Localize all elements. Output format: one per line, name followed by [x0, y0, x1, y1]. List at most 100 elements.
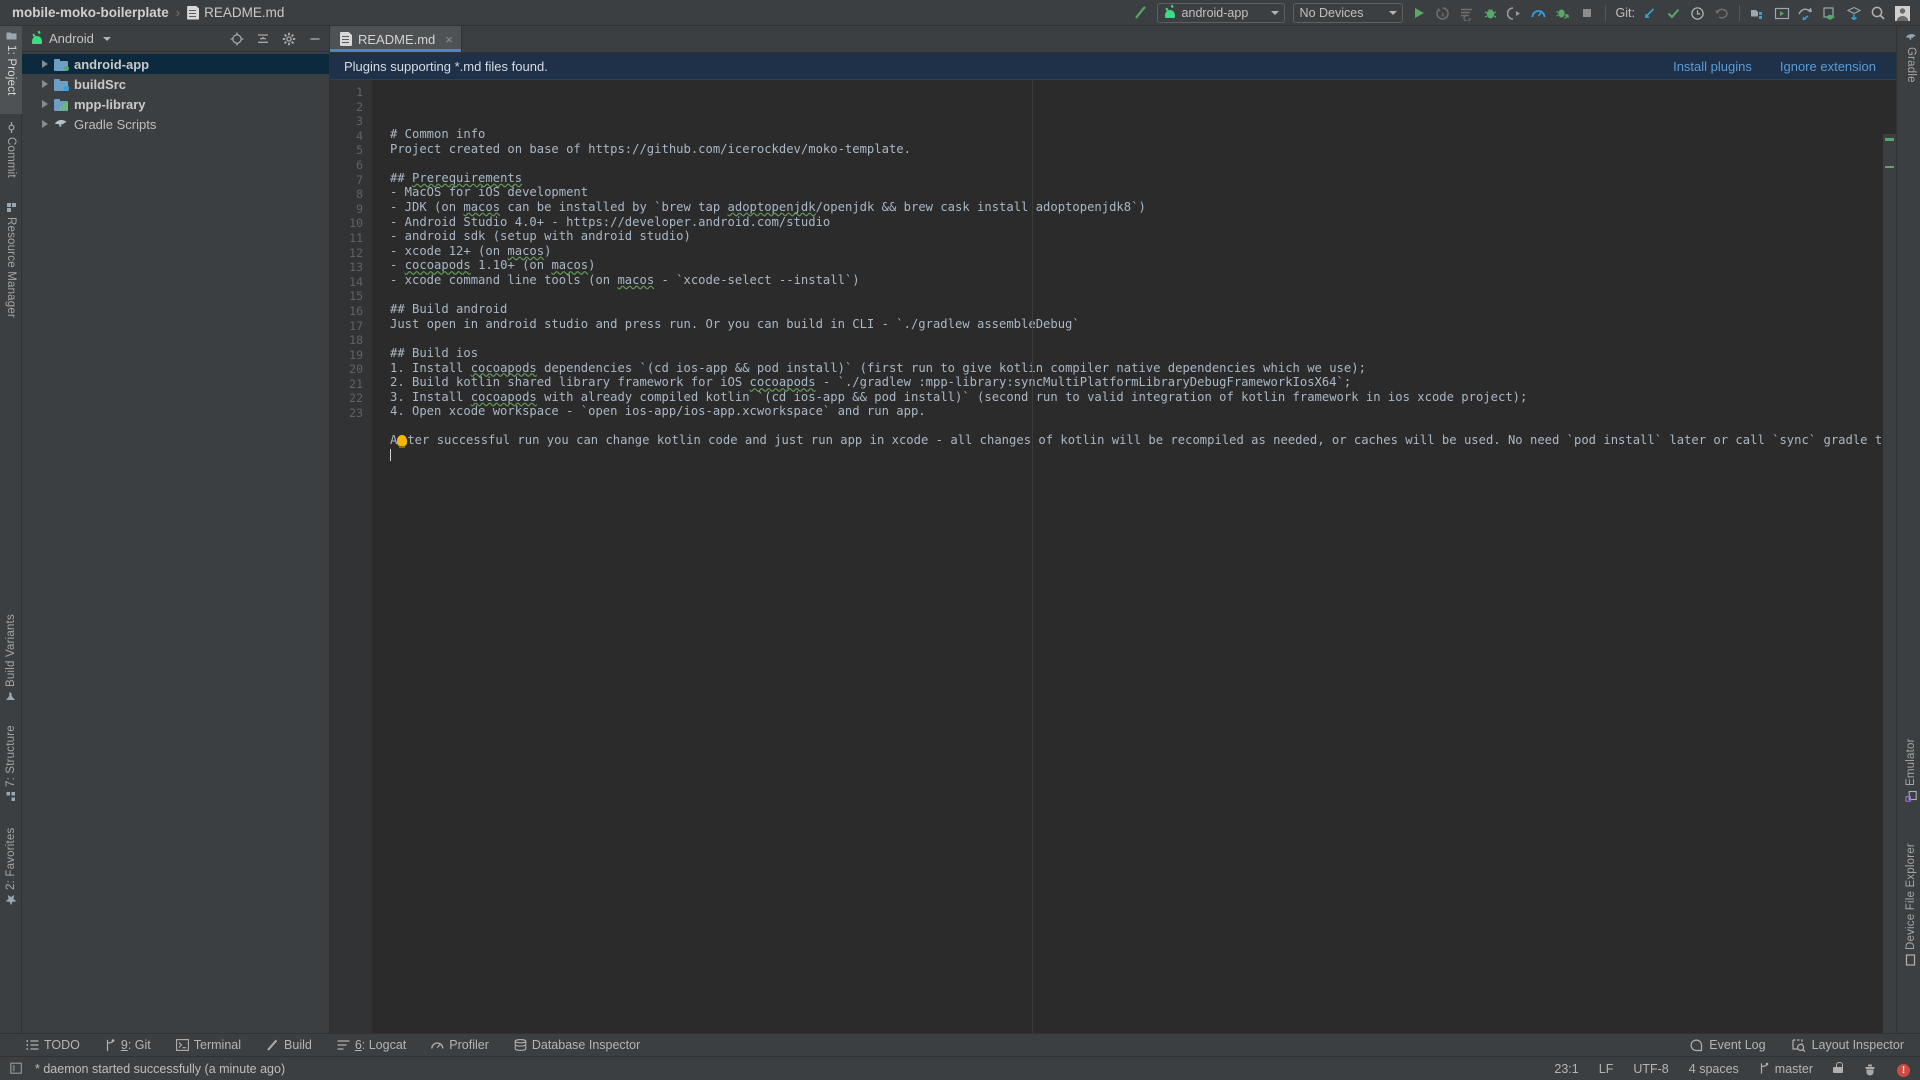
bottom-item-layout-inspector[interactable]: Layout Inspector: [1791, 1038, 1904, 1052]
code-line[interactable]: [390, 331, 1896, 346]
tree-node-android-app[interactable]: android-app: [22, 54, 329, 74]
error-stripe-gutter[interactable]: [1883, 134, 1896, 1035]
apply-changes-button[interactable]: A: [1431, 2, 1455, 24]
code-line[interactable]: [390, 419, 1896, 434]
editor-text-content[interactable]: # Common info Project created on base of …: [372, 80, 1896, 1035]
history-button[interactable]: [1685, 2, 1709, 24]
code-line[interactable]: 4. Open xcode workspace - `open ios-app/…: [390, 404, 1896, 419]
code-line[interactable]: ## Build android: [390, 302, 1896, 317]
chevron-down-icon[interactable]: [102, 36, 111, 41]
stop-button[interactable]: [1575, 2, 1599, 24]
line-number: 1: [356, 85, 363, 99]
sidebar-item-build-variants[interactable]: Build Variants: [0, 598, 22, 706]
code-line[interactable]: Ater successful run you can change kotli…: [390, 433, 1896, 449]
code-line[interactable]: - android sdk (setup with android studio…: [390, 229, 1896, 244]
bottom-item-build[interactable]: Build: [266, 1038, 325, 1052]
file-encoding[interactable]: UTF-8: [1633, 1062, 1668, 1076]
code-line[interactable]: [390, 156, 1896, 171]
ignore-extension-link[interactable]: Ignore extension: [1780, 59, 1876, 74]
breadcrumb-project-name[interactable]: mobile-moko-boilerplate: [12, 5, 169, 20]
avd-manager-icon[interactable]: [1746, 2, 1770, 24]
code-line[interactable]: ## Build ios: [390, 346, 1896, 361]
code-line[interactable]: # Common info: [390, 127, 1896, 142]
sidebar-item-emulator[interactable]: Emulator: [1900, 716, 1920, 806]
inspection-hector-icon[interactable]: [1863, 1062, 1877, 1076]
tree-node-gradle-scripts[interactable]: Gradle Scripts: [22, 114, 329, 134]
debug-button[interactable]: [1479, 2, 1503, 24]
search-icon[interactable]: [1866, 2, 1890, 24]
code-line[interactable]: Just open in android studio and press ru…: [390, 317, 1896, 332]
code-line[interactable]: - Android Studio 4.0+ - https://develope…: [390, 215, 1896, 230]
crosshair-target-icon[interactable]: [227, 29, 247, 49]
git-label: Git:: [1615, 6, 1635, 20]
code-line[interactable]: - xcode command line tools (on macos - `…: [390, 273, 1896, 288]
sdk-manager-icon[interactable]: [1818, 2, 1842, 24]
project-structure-icon[interactable]: [1842, 2, 1866, 24]
collapse-all-icon[interactable]: [253, 29, 273, 49]
sidebar-item-structure[interactable]: 7: Structure: [0, 710, 22, 806]
code-line[interactable]: 1. Install cocoapods dependencies `(cd i…: [390, 361, 1896, 376]
error-badge-icon[interactable]: !: [1897, 1060, 1910, 1077]
minimize-icon[interactable]: [305, 29, 325, 49]
sidebar-item-device-file-explorer[interactable]: Device File Explorer: [1900, 810, 1920, 970]
code-line[interactable]: [390, 448, 1896, 463]
install-plugins-link[interactable]: Install plugins: [1673, 59, 1752, 74]
device-selector[interactable]: No Devices: [1292, 3, 1403, 23]
project-tool-window: Android android-app buildSrc mpp-library…: [22, 26, 330, 1035]
build-hammer-icon[interactable]: [1129, 2, 1153, 24]
bottom-item-logcat[interactable]: 6: Logcat: [337, 1038, 419, 1052]
code-line[interactable]: ## Prerequirements: [390, 171, 1896, 186]
editor-tab-readme[interactable]: README.md ×: [330, 26, 462, 52]
bottom-item-database-inspector[interactable]: Database Inspector: [514, 1038, 653, 1052]
bottom-item-git[interactable]: 9: Git: [105, 1038, 164, 1052]
bottom-item-event-log[interactable]: Event Log: [1690, 1038, 1766, 1052]
expand-arrow-icon[interactable]: [42, 120, 48, 128]
run-button[interactable]: [1407, 2, 1431, 24]
sidebar-item-commit[interactable]: Commit: [0, 118, 22, 196]
console-icon[interactable]: [10, 1062, 23, 1075]
code-line[interactable]: - xcode 12+ (on macos): [390, 244, 1896, 259]
sidebar-item-favorites[interactable]: 2: Favorites: [0, 810, 22, 910]
gradle-sync-icon[interactable]: [1794, 2, 1818, 24]
project-panel-header: Android: [22, 26, 329, 52]
sidebar-item-gradle[interactable]: Gradle: [1900, 28, 1920, 104]
read-only-lock-icon[interactable]: [1833, 1061, 1843, 1076]
sidebar-item-project[interactable]: 1: Project: [0, 26, 22, 114]
gear-icon[interactable]: [279, 29, 299, 49]
layout-editor-icon[interactable]: [1770, 2, 1794, 24]
expand-arrow-icon[interactable]: [42, 80, 48, 88]
git-branch-widget[interactable]: master: [1759, 1062, 1813, 1076]
code-line[interactable]: Project created on base of https://githu…: [390, 142, 1896, 157]
expand-arrow-icon[interactable]: [42, 60, 48, 68]
apply-code-changes-button[interactable]: [1455, 2, 1479, 24]
code-editor[interactable]: 1 2 3 4 5 6 7 8 9 10 11 12 13 14 15 16 17 18 19 20 21 22 23 # …: [330, 80, 1896, 1035]
code-line[interactable]: - JDK (on macos can be installed by `bre…: [390, 200, 1896, 215]
code-line[interactable]: 3. Install cocoapods with already compil…: [390, 390, 1896, 405]
project-view-selector-label[interactable]: Android: [49, 31, 94, 46]
user-avatar-icon[interactable]: [1890, 2, 1914, 24]
code-line[interactable]: 2. Build kotlin shared library framework…: [390, 375, 1896, 390]
expand-arrow-icon[interactable]: [42, 100, 48, 108]
bottom-item-terminal[interactable]: Terminal: [175, 1038, 254, 1052]
profiler-button[interactable]: [1527, 2, 1551, 24]
code-line[interactable]: - cocoapods 1.10+ (on macos): [390, 258, 1896, 273]
breadcrumb-file-name[interactable]: README.md: [204, 5, 284, 20]
run-coverage-button[interactable]: [1551, 2, 1575, 24]
caret-position[interactable]: 23:1: [1554, 1062, 1578, 1076]
bottom-item-profiler[interactable]: Profiler: [431, 1038, 502, 1052]
code-line[interactable]: - MacOS for iOS development: [390, 185, 1896, 200]
sidebar-item-resource-manager[interactable]: Resource Manager: [0, 198, 22, 343]
run-configuration-selector[interactable]: android-app: [1156, 3, 1285, 23]
attach-debugger-button[interactable]: [1503, 2, 1527, 24]
tree-node-buildsrc[interactable]: buildSrc: [22, 74, 329, 94]
code-line[interactable]: [390, 288, 1896, 303]
line-separator[interactable]: LF: [1599, 1062, 1614, 1076]
indent-setting[interactable]: 4 spaces: [1689, 1062, 1739, 1076]
intention-bulb-icon[interactable]: [397, 435, 408, 449]
commit-button[interactable]: [1661, 2, 1685, 24]
update-project-button[interactable]: [1637, 2, 1661, 24]
bottom-item-todo[interactable]: TODO: [26, 1038, 93, 1052]
rollback-button[interactable]: [1709, 2, 1733, 24]
close-icon[interactable]: ×: [445, 32, 453, 47]
tree-node-mpp-library[interactable]: mpp-library: [22, 94, 329, 114]
